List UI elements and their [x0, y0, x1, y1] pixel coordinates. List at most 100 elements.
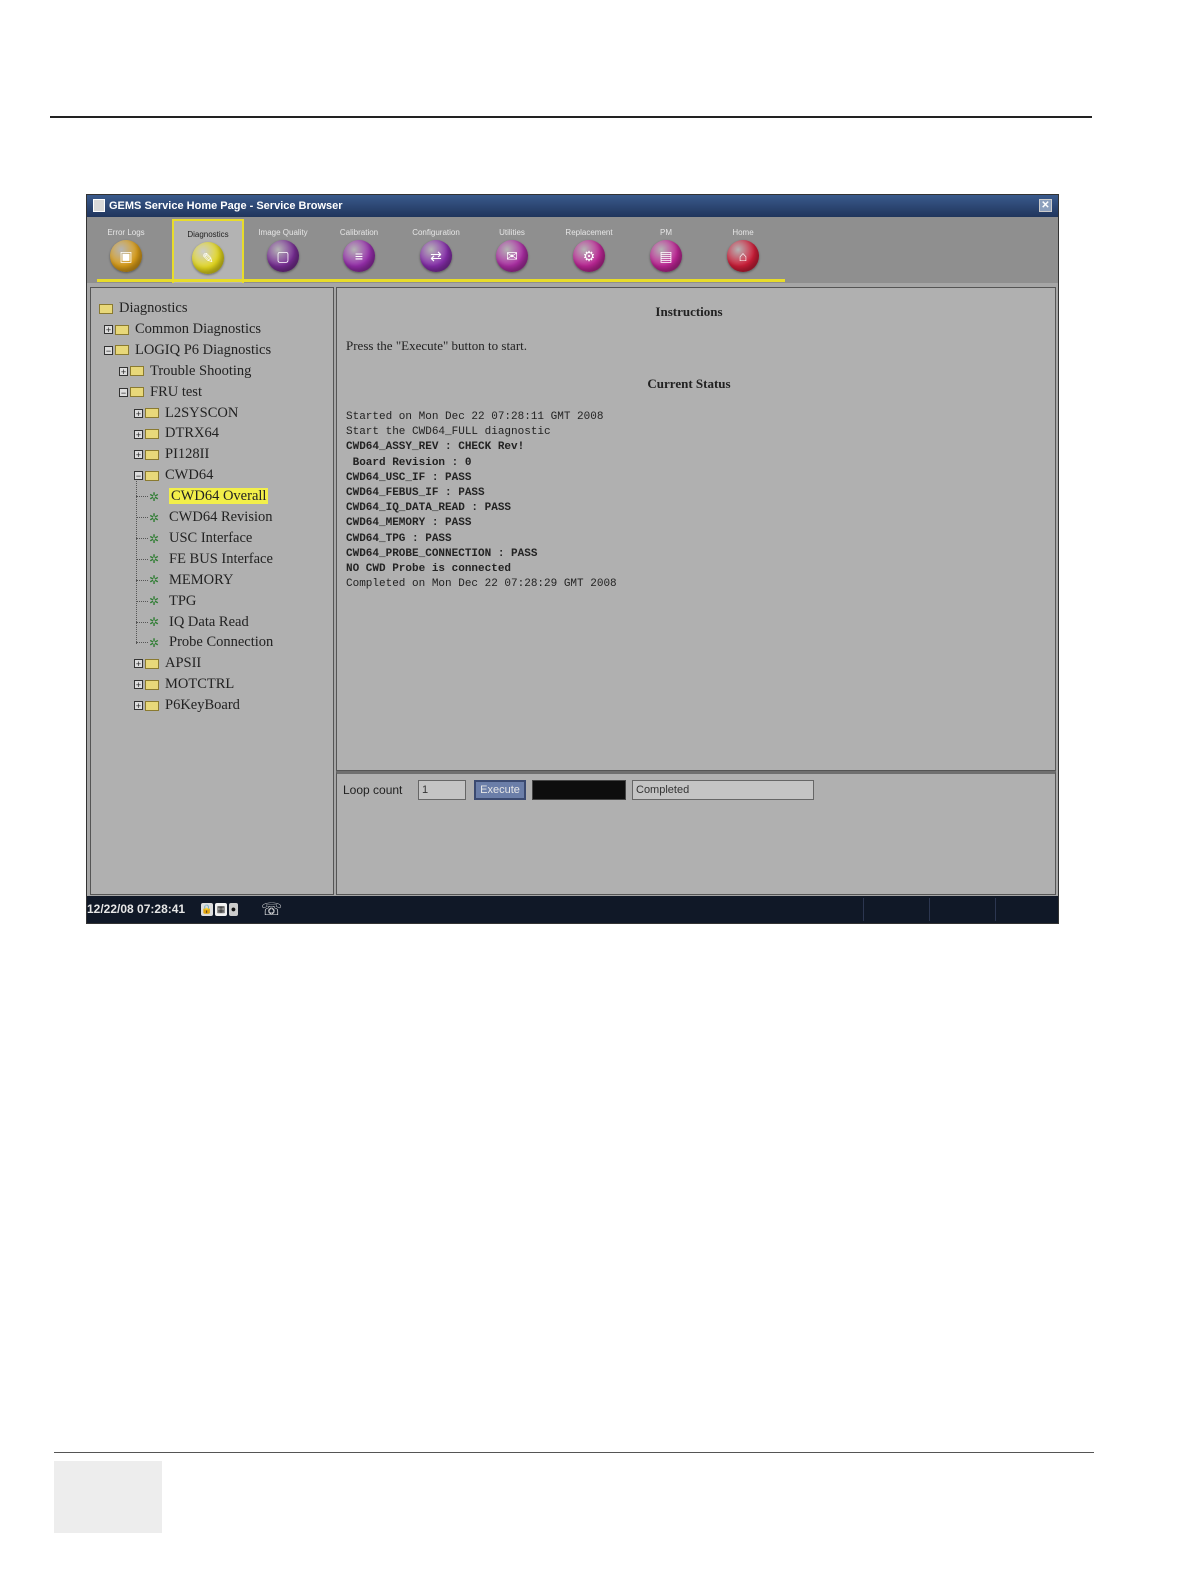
test-icon: ✲ [149, 489, 160, 504]
tree-folder[interactable]: + L2SYSCON [134, 403, 238, 423]
tree-leaf[interactable]: ✲ TPG [149, 591, 196, 611]
tree-leaf[interactable]: ✲ IQ Data Read [149, 612, 249, 632]
stethoscope-icon: ✎ [192, 242, 224, 274]
tree-folder[interactable]: − CWD64 [134, 465, 213, 485]
tree-folder[interactable]: − FRU test [119, 382, 202, 402]
tab-label: Replacement [565, 228, 613, 237]
tree-folder[interactable]: Diagnostics [99, 298, 187, 318]
tree-node-label: CWD64 Revision [169, 509, 273, 525]
expand-icon[interactable]: + [134, 450, 143, 460]
status-line: NO CWD Probe is connected [346, 563, 512, 576]
tree-node-label: Probe Connection [169, 634, 274, 651]
tree-node-label: APSII [165, 655, 202, 672]
status-line: Board Revision : 0 [346, 456, 472, 469]
status-line: Started on Mon Dec 22 07:28:11 GMT 2008 [346, 411, 604, 423]
status-line: CWD64_TPG : PASS [346, 532, 452, 545]
execution-state-field: Completed [632, 780, 814, 800]
service-browser-window: GEMS Service Home Page - Service Browser… [86, 194, 1059, 924]
expand-icon[interactable]: + [134, 429, 143, 439]
collapse-icon[interactable]: − [134, 471, 143, 481]
storage-icon: ▦ [215, 903, 227, 916]
folder-icon [130, 366, 144, 377]
tree-node-label: P6KeyBoard [165, 697, 240, 714]
tree-node-label: TPG [169, 592, 197, 609]
page-top-rule [50, 116, 1092, 118]
tab-calibration[interactable]: Calibration ≡ [323, 219, 395, 279]
tab-home[interactable]: Home ⌂ [707, 219, 779, 279]
tab-configuration[interactable]: Configuration ⇄ [400, 219, 472, 279]
tree-folder[interactable]: + Trouble Shooting [119, 361, 251, 381]
tree-folder[interactable]: + P6KeyBoard [134, 695, 240, 715]
configuration-icon: ⇄ [420, 240, 452, 272]
tab-label: Utilities [499, 228, 525, 237]
tree-leaf[interactable]: ✲ Probe Connection [149, 632, 273, 652]
tree-node-label: MEMORY [169, 571, 234, 588]
status-divider [929, 898, 930, 921]
execute-button[interactable]: Execute [474, 780, 526, 800]
close-icon[interactable]: ✕ [1039, 199, 1052, 212]
test-icon: ✲ [149, 615, 160, 630]
loop-count-input[interactable]: 1 [418, 780, 466, 800]
tree-node-label: CWD64 Overall [169, 488, 269, 505]
test-icon: ✲ [149, 531, 160, 546]
instructions-text: Press the "Execute" button to start. [346, 338, 528, 353]
tab-replacement[interactable]: Replacement ⚙ [553, 219, 625, 279]
test-icon: ✲ [149, 552, 160, 567]
tree-folder[interactable]: + APSII [134, 653, 201, 673]
status-line: CWD64_FEBUS_IF : PASS [346, 487, 485, 500]
tree-node-label: Common Diagnostics [135, 320, 262, 337]
expand-icon[interactable]: + [134, 701, 143, 711]
tree-node-label: USC Interface [169, 529, 253, 546]
expand-icon[interactable]: + [134, 680, 143, 690]
diagnostics-tree: Diagnostics + Common Diagnostics − LOGIQ P6 … [90, 287, 334, 895]
tree-node-label: FE BUS Interface [169, 550, 273, 567]
folder-icon [145, 679, 159, 690]
tree-leaf[interactable]: ✲ CWD64 Revision [149, 507, 273, 527]
folder-icon [115, 345, 129, 356]
active-tab-underline [97, 279, 785, 282]
tree-leaf[interactable]: ✲ FE BUS Interface [149, 549, 273, 569]
system-status-bar: 12/22/08 07:28:41 🔒 ▦ ● ☏ [87, 896, 1058, 923]
tree-connector [136, 537, 148, 539]
phone-icon[interactable]: ☏ [261, 900, 282, 920]
tab-image-quality[interactable]: Image Quality ▢ [247, 219, 319, 279]
tab-diagnostics[interactable]: Diagnostics ✎ [172, 219, 244, 283]
folder-icon [145, 449, 159, 460]
tree-connector [136, 558, 148, 560]
tree-connector [136, 481, 137, 645]
test-icon: ✲ [149, 636, 160, 651]
tab-label: Error Logs [107, 228, 145, 237]
tree-leaf[interactable]: ✲ CWD64 Overall [149, 486, 269, 506]
tree-folder[interactable]: + Common Diagnostics [104, 319, 261, 339]
tab-pm[interactable]: PM ▤ [630, 219, 702, 279]
tree-leaf[interactable]: ✲ USC Interface [149, 528, 252, 548]
tree-leaf[interactable]: ✲ MEMORY [149, 570, 233, 590]
test-icon: ✲ [149, 594, 160, 609]
tab-error-logs[interactable]: Error Logs ▣ [90, 219, 162, 279]
collapse-icon[interactable]: − [119, 387, 128, 397]
expand-icon[interactable]: + [134, 408, 143, 418]
tree-connector [136, 496, 148, 498]
service-toolbar: Error Logs ▣ Diagnostics ✎ Image Quality ▢ Cal… [87, 217, 1058, 283]
expand-icon[interactable]: + [134, 659, 143, 669]
window-title: GEMS Service Home Page - Service Browser [109, 200, 343, 212]
status-line: CWD64_PROBE_CONNECTION : PASS [346, 547, 538, 560]
page-bottom-rule [54, 1452, 1094, 1453]
tab-label: Diagnostics [187, 230, 229, 239]
diagnostic-output-pane: Instructions Press the "Execute" button … [336, 287, 1056, 771]
tree-folder[interactable]: − LOGIQ P6 Diagnostics [104, 340, 271, 360]
tab-label: Calibration [339, 228, 379, 237]
tab-utilities[interactable]: Utilities ✉ [476, 219, 548, 279]
tree-node-label: PI128II [165, 446, 210, 463]
tree-folder[interactable]: + PI128II [134, 444, 209, 464]
tree-connector [136, 600, 148, 602]
status-line: CWD64_MEMORY : PASS [346, 517, 472, 530]
tree-folder[interactable]: + DTRX64 [134, 423, 219, 443]
collapse-icon[interactable]: − [104, 345, 113, 355]
expand-icon[interactable]: + [119, 366, 128, 376]
network-icon: ● [229, 903, 238, 916]
expand-icon[interactable]: + [104, 325, 113, 335]
tree-folder[interactable]: + MOTCTRL [134, 674, 234, 694]
test-icon: ✲ [149, 510, 160, 525]
tree-connector [136, 517, 148, 518]
